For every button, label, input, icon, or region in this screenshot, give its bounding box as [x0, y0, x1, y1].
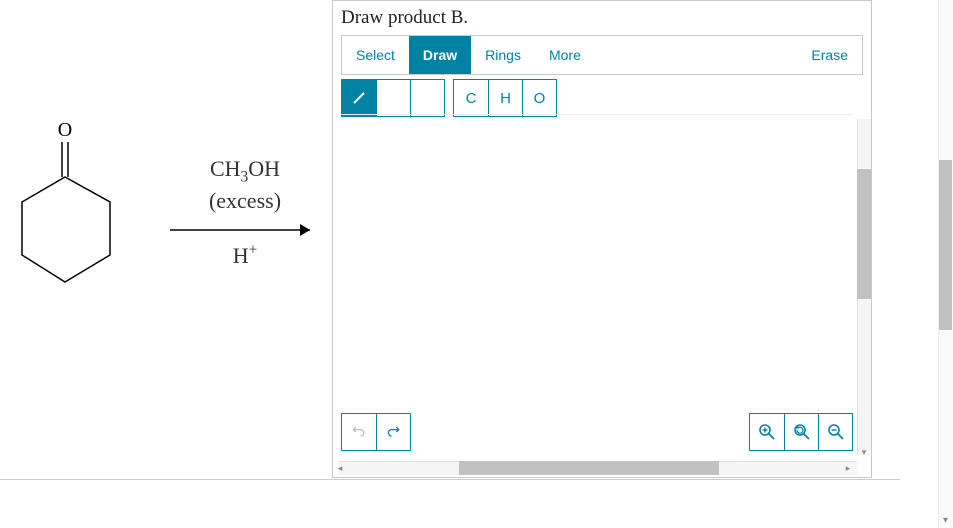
reagent-line1: CH3OH	[210, 156, 280, 181]
tab-select[interactable]: Select	[342, 36, 409, 74]
page-vertical-scrollbar[interactable]	[938, 0, 953, 528]
editor-horizontal-scrollbar[interactable]	[339, 461, 857, 475]
triple-bond-tool[interactable]	[410, 80, 444, 116]
editor-vertical-scroll-thumb[interactable]	[857, 169, 871, 299]
zoom-in-button[interactable]	[750, 414, 784, 450]
reset-zoom-icon	[793, 423, 811, 441]
tab-rings[interactable]: Rings	[471, 36, 535, 74]
reagent-line2: (excess)	[209, 188, 281, 213]
editor-horizontal-scroll-right-arrow[interactable]: ▸	[841, 461, 855, 475]
single-bond-tool[interactable]	[342, 80, 376, 116]
redo-button[interactable]	[376, 414, 410, 450]
toolbar-spacer	[595, 36, 798, 74]
page-vertical-scroll-thumb[interactable]	[939, 160, 952, 330]
single-bond-icon	[351, 90, 367, 106]
reaction-scheme: O CH3OH (excess) H+	[10, 120, 330, 340]
zoom-group	[749, 413, 853, 451]
reaction-svg: O	[10, 120, 330, 340]
drawing-canvas[interactable]	[341, 121, 863, 455]
oxygen-label: O	[58, 120, 72, 141]
redo-icon	[386, 424, 402, 440]
history-group	[341, 413, 411, 451]
bottom-controls	[341, 413, 853, 451]
reaction-arrow	[170, 224, 310, 236]
draw-toolbar: C H O	[341, 79, 863, 117]
structure-editor-panel: Draw product B. Select Draw Rings More E…	[332, 0, 872, 478]
toolbar-divider	[341, 114, 853, 115]
reset-zoom-button[interactable]	[784, 414, 818, 450]
editor-vertical-scrollbar[interactable]	[857, 119, 871, 455]
double-bond-icon	[385, 90, 403, 106]
editor-horizontal-scroll-left-arrow[interactable]: ◂	[333, 461, 347, 475]
tab-more[interactable]: More	[535, 36, 595, 74]
editor-vertical-scroll-down-arrow[interactable]: ▾	[857, 445, 871, 459]
oxygen-atom-tool[interactable]: O	[522, 80, 556, 116]
editor-title: Draw product B.	[333, 1, 871, 33]
carbon-atom-tool[interactable]: C	[454, 80, 488, 116]
tab-draw[interactable]: Draw	[409, 36, 471, 74]
cyclohexanone-structure	[22, 142, 110, 282]
undo-button[interactable]	[342, 414, 376, 450]
bottom-spacer	[411, 413, 749, 451]
atom-tool-group: C H O	[453, 79, 557, 117]
tab-erase[interactable]: Erase	[797, 36, 862, 74]
undo-icon	[351, 424, 367, 440]
hydrogen-atom-tool[interactable]: H	[488, 80, 522, 116]
catalyst-text: H+	[185, 242, 305, 269]
triple-bond-icon	[418, 90, 438, 106]
zoom-out-icon	[827, 423, 845, 441]
double-bond-tool[interactable]	[376, 80, 410, 116]
mode-toolbar: Select Draw Rings More Erase	[341, 35, 863, 75]
reagent-text: CH3OH (excess)	[185, 155, 305, 214]
page-vertical-scroll-down-arrow[interactable]: ▾	[938, 513, 953, 528]
bond-tool-group	[341, 79, 445, 117]
editor-horizontal-scroll-thumb[interactable]	[459, 461, 719, 475]
zoom-in-icon	[758, 423, 776, 441]
zoom-out-button[interactable]	[818, 414, 852, 450]
